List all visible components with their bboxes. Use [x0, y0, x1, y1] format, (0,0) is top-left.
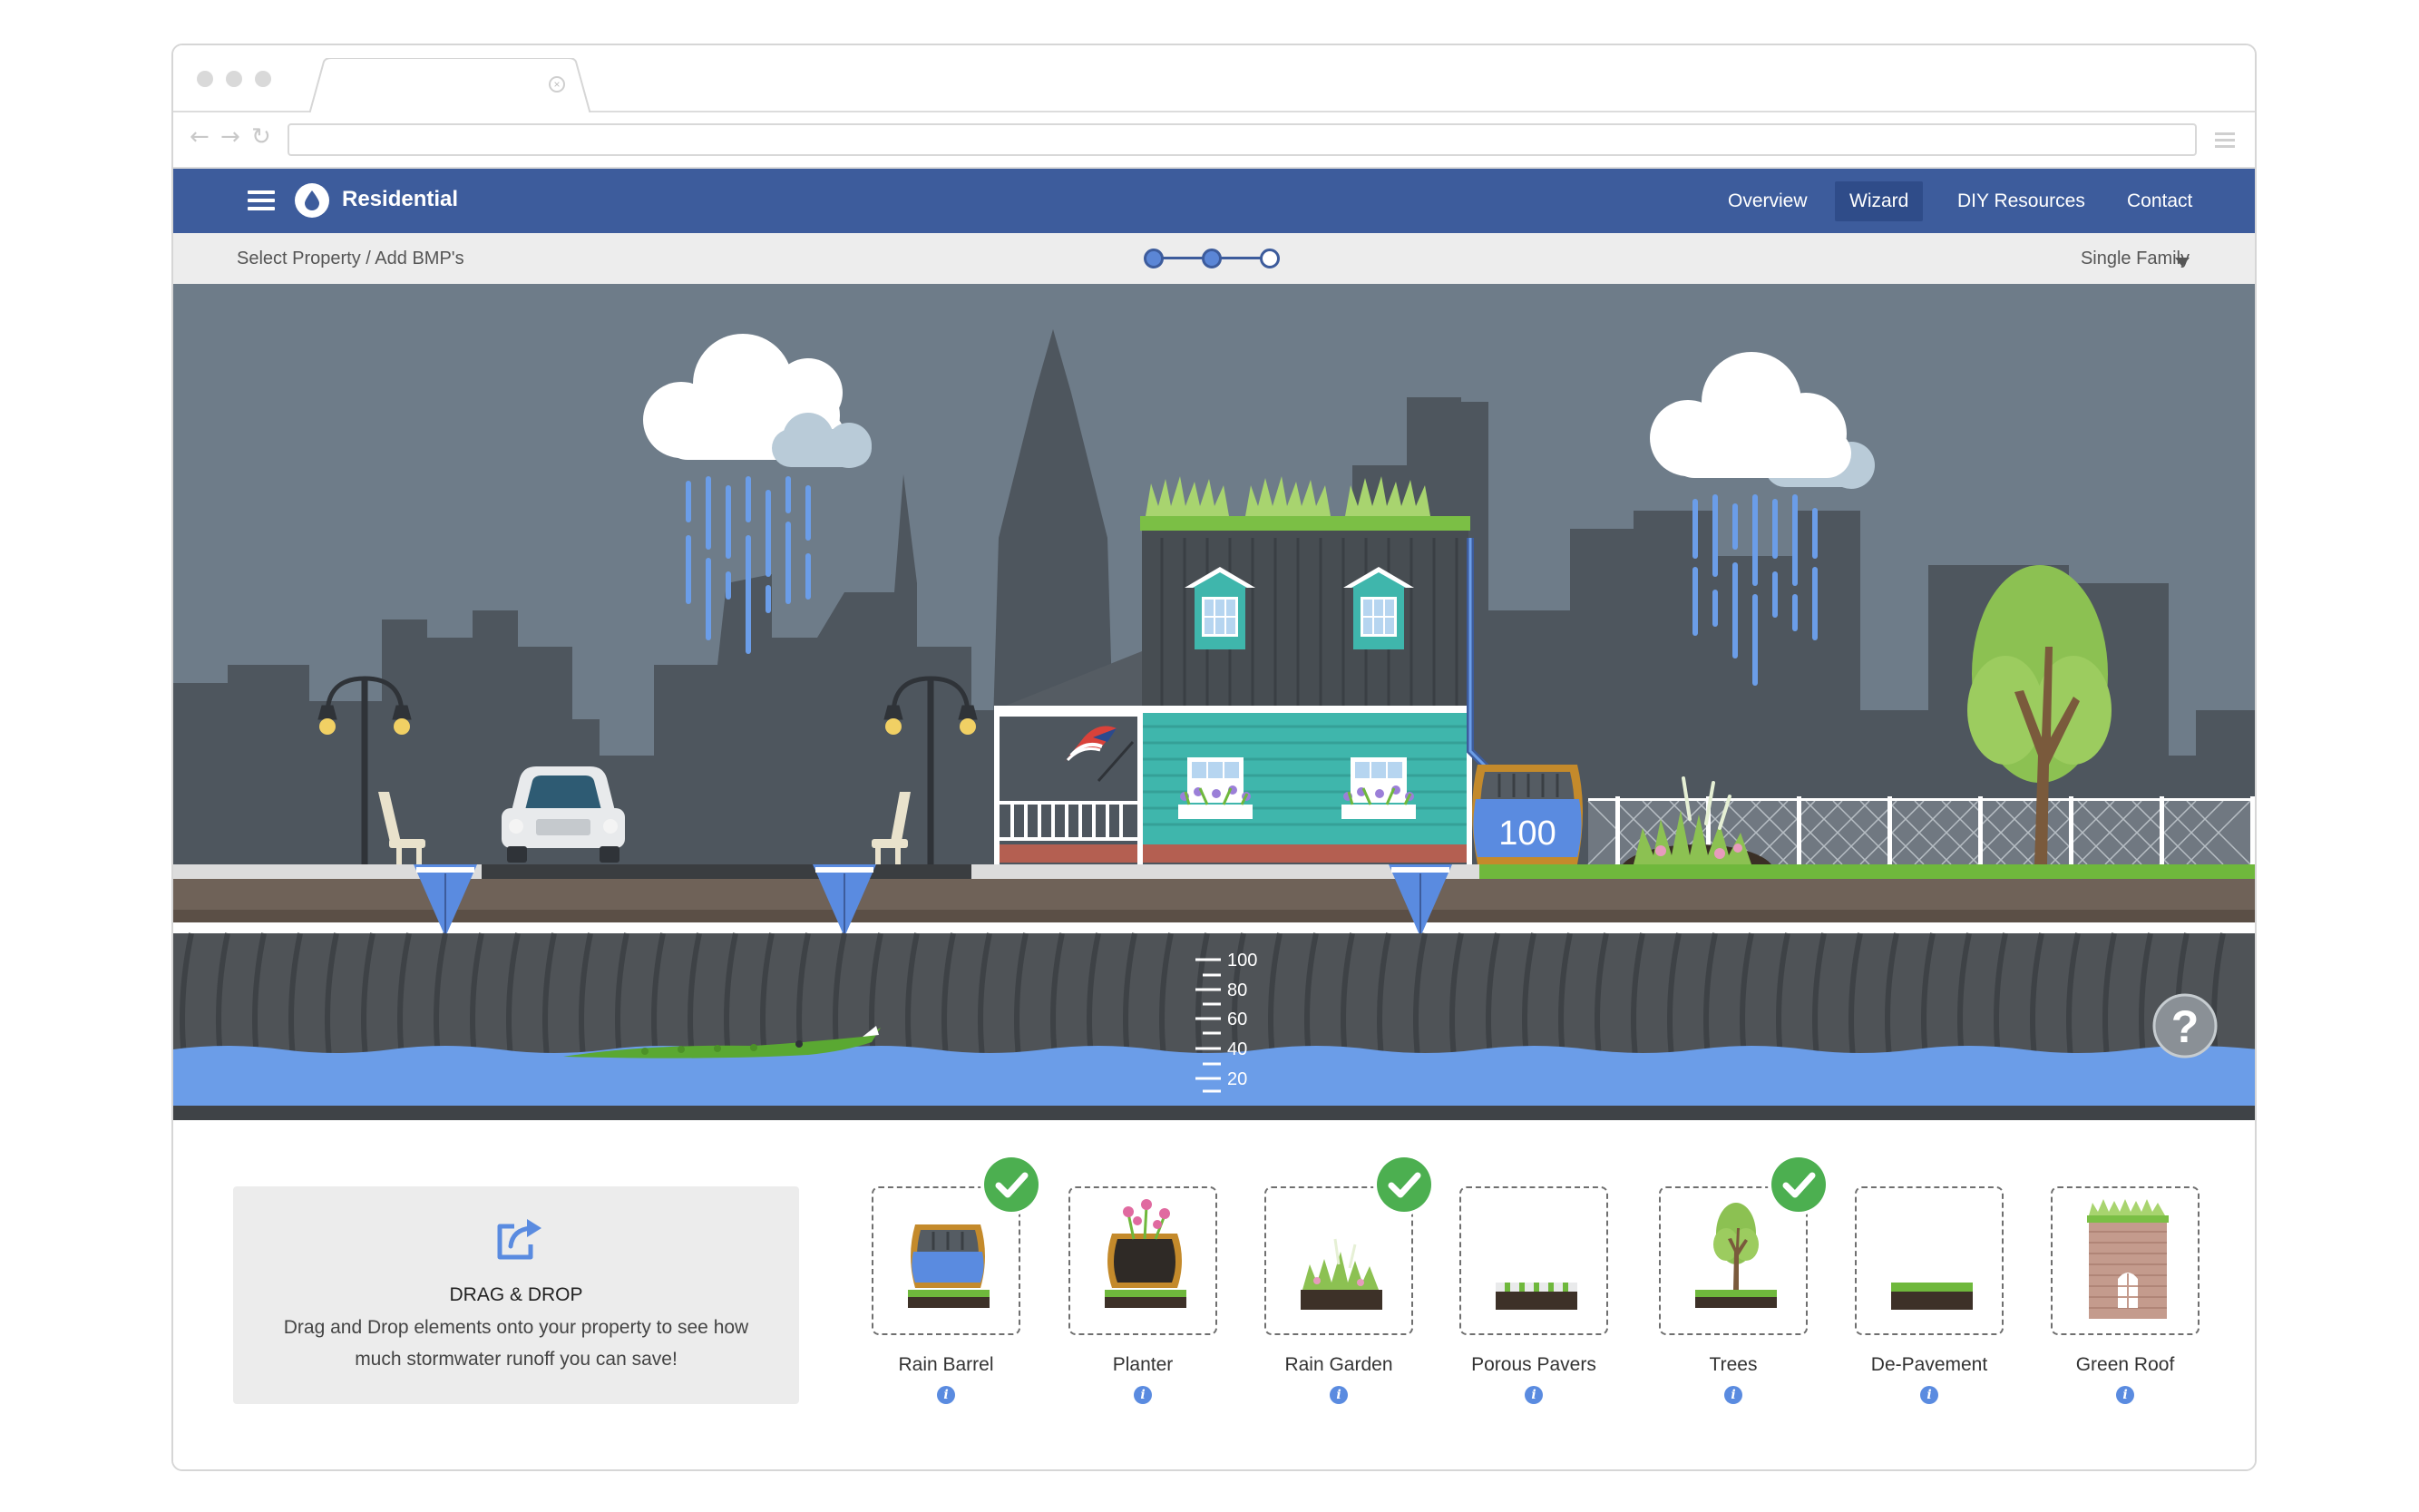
water-drop-logo-icon — [295, 183, 329, 218]
info-icon[interactable]: i — [1724, 1386, 1742, 1404]
stormwater-scene: 100 100 80 60 40 20 ? — [173, 284, 2255, 1120]
porous-pavers-icon — [1496, 1283, 1577, 1310]
window-right — [1341, 757, 1416, 819]
selected-check-icon — [1373, 1154, 1435, 1215]
info-icon[interactable]: i — [1920, 1386, 1938, 1404]
bmp-label: Porous Pavers — [1471, 1354, 1596, 1375]
window-close-dot[interactable] — [197, 71, 213, 87]
reload-icon[interactable]: ↻ — [251, 123, 271, 151]
tab-close-icon[interactable]: × — [549, 76, 565, 93]
step-connector — [1220, 257, 1263, 259]
selected-check-icon — [980, 1154, 1042, 1215]
browser-menu-icon[interactable] — [2215, 132, 2235, 148]
planter-icon — [1105, 1199, 1186, 1308]
chevron-down-icon[interactable] — [2175, 258, 2190, 267]
wizard-stepper — [1144, 246, 1289, 271]
step-3[interactable] — [1260, 249, 1280, 268]
bmp-card[interactable] — [1459, 1186, 1608, 1335]
menu-icon[interactable] — [248, 190, 275, 210]
bmp-toolbox: DRAG & DROP Drag and Drop elements onto … — [173, 1120, 2255, 1469]
gauge-tick-100: 100 — [1227, 951, 1257, 971]
lawn — [1479, 864, 2255, 879]
app-title: Residential — [342, 187, 459, 211]
green-roof-icon — [2087, 1199, 2169, 1319]
window-left — [1178, 757, 1253, 819]
bmp-label: De-Pavement — [1870, 1354, 1988, 1375]
drag-drop-title: DRAG & DROP — [449, 1284, 583, 1305]
info-icon[interactable]: i — [1134, 1386, 1152, 1404]
rain-barrel-value: 100 — [1498, 815, 1556, 853]
back-icon[interactable]: ← — [190, 123, 210, 151]
help-button[interactable]: ? — [2152, 993, 2218, 1058]
wizard-subbar: Select Property / Add BMP's Single Famil… — [173, 233, 2255, 284]
breadcrumb: Select Property / Add BMP's — [237, 249, 464, 268]
nav-overview[interactable]: Overview — [1713, 181, 1822, 221]
bmp-label: Rain Barrel — [898, 1354, 994, 1375]
selected-check-icon — [1768, 1154, 1829, 1215]
help-icon[interactable]: ? — [2171, 1001, 2200, 1052]
info-icon[interactable]: i — [1330, 1386, 1348, 1404]
drag-drop-text: Drag and Drop elements onto your propert… — [283, 1317, 749, 1370]
bmp-card[interactable] — [2051, 1186, 2200, 1335]
soil-band — [173, 910, 2255, 922]
window-minimize-dot[interactable] — [226, 71, 242, 87]
gauge-tick-40: 40 — [1227, 1039, 1247, 1059]
property-type-select[interactable]: Single Family — [2081, 249, 2190, 269]
bmp-card[interactable] — [1855, 1186, 2004, 1335]
bmp-label: Green Roof — [2075, 1354, 2175, 1375]
step-1[interactable] — [1144, 249, 1164, 268]
window-zoom-dot[interactable] — [255, 71, 271, 87]
app-header: Residential Overview Wizard DIY Resource… — [173, 169, 2255, 233]
share-arrow-icon — [497, 1219, 541, 1260]
de-pavement-icon — [1891, 1283, 1973, 1310]
nav-diy-resources[interactable]: DIY Resources — [1943, 181, 2100, 221]
sewer-water — [173, 1046, 2255, 1106]
nav-contact[interactable]: Contact — [2112, 181, 2207, 221]
address-bar[interactable] — [288, 123, 2197, 156]
step-2[interactable] — [1202, 249, 1222, 268]
street — [482, 864, 971, 879]
gauge-tick-80: 80 — [1227, 980, 1247, 1000]
step-connector — [1162, 257, 1205, 259]
forward-icon[interactable]: → — [220, 123, 240, 151]
bmp-label: Rain Garden — [1284, 1354, 1393, 1375]
browser-window: × ← → ↻ Residential Overview Wizard DIY … — [171, 44, 2257, 1471]
browser-titlebar: × — [173, 45, 2255, 114]
gauge-tick-20: 20 — [1227, 1069, 1247, 1089]
gauge-tick-60: 60 — [1227, 1010, 1247, 1029]
browser-toolbar: ← → ↻ — [173, 112, 2255, 169]
bmp-label: Planter — [1112, 1354, 1174, 1375]
info-icon[interactable]: i — [937, 1386, 955, 1404]
nav-wizard[interactable]: Wizard — [1835, 181, 1924, 221]
info-icon[interactable]: i — [1525, 1386, 1543, 1404]
drag-drop-panel: DRAG & DROP Drag and Drop elements onto … — [233, 1186, 799, 1404]
bmp-card[interactable] — [1068, 1186, 1217, 1335]
info-icon[interactable]: i — [2116, 1386, 2134, 1404]
bmp-label: Trees — [1709, 1354, 1758, 1375]
